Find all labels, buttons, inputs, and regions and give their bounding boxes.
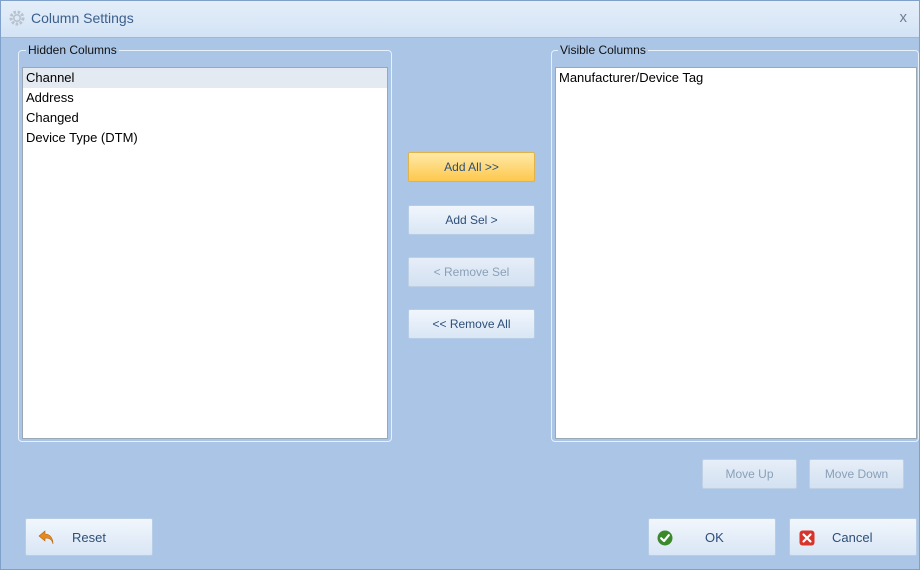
list-item[interactable]: Address [23, 88, 387, 108]
remove-all-button[interactable]: << Remove All [408, 309, 535, 339]
ok-button[interactable]: OK [648, 518, 776, 556]
add-selected-button[interactable]: Add Sel > [408, 205, 535, 235]
move-up-button[interactable]: Move Up [702, 459, 797, 489]
list-item[interactable]: Manufacturer/Device Tag [556, 68, 916, 88]
cancel-x-icon [799, 530, 815, 546]
move-down-button[interactable]: Move Down [809, 459, 904, 489]
title-bar: Column Settings x [1, 1, 919, 38]
undo-arrow-icon [38, 530, 54, 545]
visible-columns-label: Visible Columns [558, 43, 648, 57]
cancel-button[interactable]: Cancel [789, 518, 917, 556]
check-icon [657, 530, 673, 546]
list-item[interactable]: Changed [23, 108, 387, 128]
reset-label: Reset [72, 530, 106, 545]
list-item[interactable]: Channel [23, 68, 387, 88]
hidden-columns-label: Hidden Columns [26, 43, 119, 57]
hidden-columns-list[interactable]: Channel Address Changed Device Type (DTM… [22, 67, 388, 439]
reset-button[interactable]: Reset [25, 518, 153, 556]
remove-selected-button[interactable]: < Remove Sel [408, 257, 535, 287]
list-item[interactable]: Device Type (DTM) [23, 128, 387, 148]
visible-columns-list[interactable]: Manufacturer/Device Tag [555, 67, 917, 439]
settings-gear-icon [9, 10, 25, 26]
add-all-button[interactable]: Add All >> [408, 152, 535, 182]
dialog-title: Column Settings [31, 10, 134, 26]
column-settings-dialog: Column Settings x Hidden Columns Channel… [0, 0, 920, 570]
close-button[interactable]: x [900, 9, 908, 26]
ok-label: OK [705, 530, 724, 545]
cancel-label: Cancel [832, 530, 873, 545]
